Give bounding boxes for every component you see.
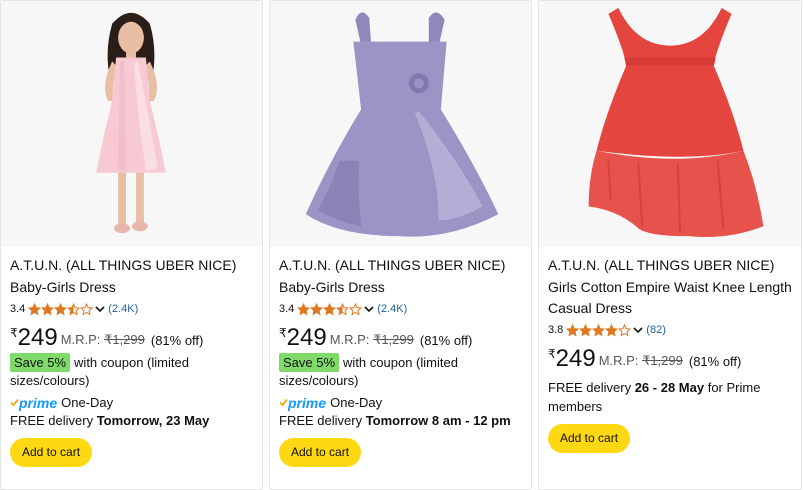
delivery-date: Tomorrow, 23 May [96,413,210,428]
rating-row[interactable]: 3.4 (2.4K) [10,301,256,317]
coupon-row: Save 5% with coupon (limited sizes/colour… [10,353,256,389]
star-icon [41,302,55,316]
product-image[interactable] [539,1,801,247]
prime-row: prime One-Day [279,394,525,411]
star-icon [618,323,632,337]
mrp-label: M.R.P: [598,353,639,368]
review-count-link[interactable]: (2.4K) [108,303,138,315]
delivery-info: FREE delivery Tomorrow, 23 May [10,411,256,430]
add-to-cart-button[interactable]: Add to cart [10,438,93,467]
currency-symbol: ₹ [279,326,287,340]
star-icon [566,323,580,337]
price: ₹ 249 [10,325,58,351]
star-icon [297,302,311,316]
product-card: A.T.U.N. (ALL THINGS UBER NICE) Baby-Gir… [0,0,263,490]
rating-row[interactable]: 3.8 (82) [548,322,795,338]
star-rating [28,302,94,316]
mrp: M.R.P: ₹1,299 [330,332,414,348]
mrp-value: ₹1,299 [642,353,683,368]
star-icon [592,323,606,337]
product-title[interactable]: Girls Cotton Empire Waist Knee Length Ca… [548,277,795,319]
star-icon [54,302,68,316]
prime-logo: prime [279,395,326,411]
rating-value: 3.8 [548,324,564,336]
price-row: ₹ 249 M.R.P: ₹1,299 (81% off) [548,346,795,372]
check-icon [279,398,288,407]
chevron-down-icon[interactable] [363,303,375,315]
chevron-down-icon[interactable] [94,303,106,315]
lavender-dress-image [270,1,531,247]
coupon-badge: Save 5% [279,353,340,372]
prime-word: prime [288,394,327,411]
review-count-link[interactable]: (82) [646,324,666,336]
star-icon [336,302,350,316]
price-whole: 249 [286,324,327,351]
prime-word: prime [19,394,58,411]
currency-symbol: ₹ [548,347,556,361]
price-whole: 249 [17,324,58,351]
chevron-down-icon[interactable] [632,324,644,336]
delivery-prefix: FREE delivery [279,413,363,428]
star-icon [323,302,337,316]
star-icon [80,302,94,316]
discount-percent: (81% off) [150,333,204,348]
add-to-cart-button[interactable]: Add to cart [279,438,362,467]
girl-in-pink-dress-image [1,1,262,247]
price: ₹ 249 [548,346,596,372]
star-icon [67,302,81,316]
product-brand: A.T.U.N. (ALL THINGS UBER NICE) [548,257,775,273]
prime-speed: One-Day [61,395,114,410]
prime-row: prime One-Day [10,394,256,411]
rating-row[interactable]: 3.4 (2.4K) [279,301,525,317]
prime-speed: One-Day [330,395,383,410]
delivery-prefix: FREE delivery [548,380,632,395]
delivery-prefix: FREE delivery [10,413,94,428]
product-brand: A.T.U.N. (ALL THINGS UBER NICE) [279,257,506,273]
star-rating [566,323,632,337]
mrp-value: ₹1,299 [104,332,145,347]
product-card: A.T.U.N. (ALL THINGS UBER NICE) Girls Co… [538,0,802,490]
rating-value: 3.4 [279,303,295,315]
product-title[interactable]: Baby-Girls Dress [279,277,525,298]
coupon-badge: Save 5% [10,353,71,372]
star-rating [297,302,363,316]
delivery-date: 26 - 28 May [634,380,705,395]
delivery-info: FREE delivery 26 - 28 May for Prime memb… [548,378,795,416]
add-to-cart-button[interactable]: Add to cart [548,424,631,453]
mrp-value: ₹1,299 [373,332,414,347]
discount-percent: (81% off) [419,333,473,348]
price-row: ₹ 249 M.R.P: ₹1,299 (81% off) [279,325,525,351]
mrp: M.R.P: ₹1,299 [61,332,145,348]
product-card: A.T.U.N. (ALL THINGS UBER NICE) Baby-Gir… [269,0,532,490]
discount-percent: (81% off) [688,354,742,369]
star-icon [349,302,363,316]
rating-value: 3.4 [10,303,26,315]
mrp: M.R.P: ₹1,299 [599,353,683,369]
mrp-label: M.R.P: [329,332,370,347]
star-icon [28,302,42,316]
product-brand: A.T.U.N. (ALL THINGS UBER NICE) [10,257,237,273]
product-image[interactable] [270,1,531,247]
delivery-date: Tomorrow 8 am - 12 pm [365,413,511,428]
coupon-row: Save 5% with coupon (limited sizes/colour… [279,353,525,389]
product-title[interactable]: Baby-Girls Dress [10,277,256,298]
currency-symbol: ₹ [10,326,18,340]
red-dress-image [539,1,801,247]
star-icon [310,302,324,316]
check-icon [10,398,19,407]
product-image[interactable] [1,1,262,247]
price-whole: 249 [555,345,596,372]
price-row: ₹ 249 M.R.P: ₹1,299 (81% off) [10,325,256,351]
review-count-link[interactable]: (2.4K) [377,303,407,315]
delivery-info: FREE delivery Tomorrow 8 am - 12 pm [279,411,525,430]
star-icon [579,323,593,337]
star-icon [605,323,619,337]
price: ₹ 249 [279,325,327,351]
prime-logo: prime [10,395,57,411]
mrp-label: M.R.P: [60,332,101,347]
